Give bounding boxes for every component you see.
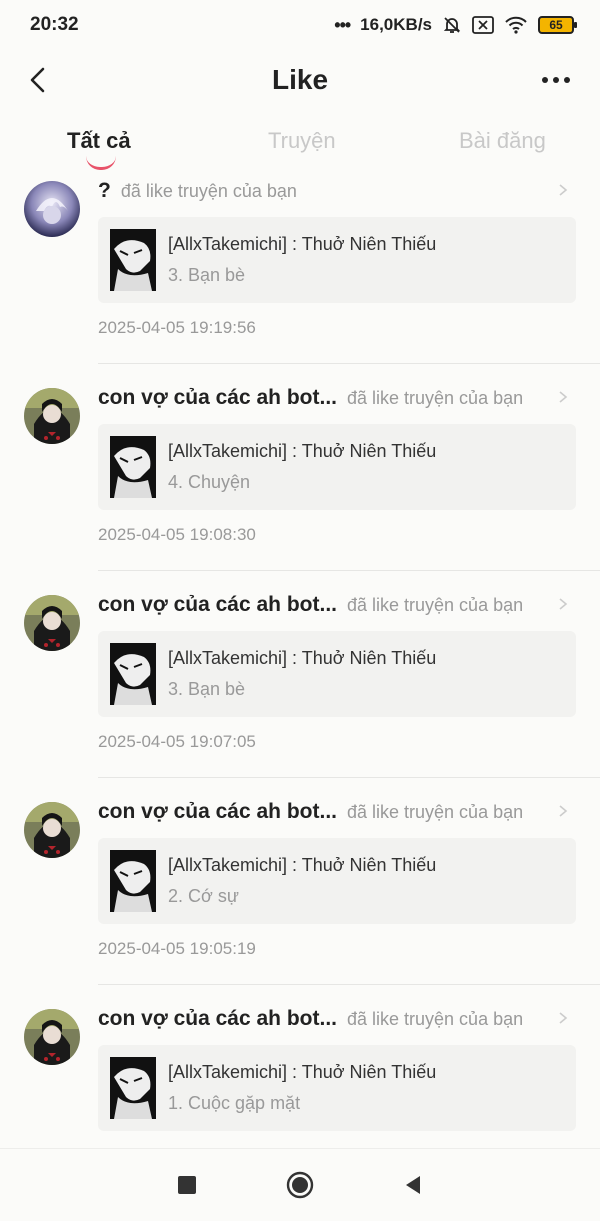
list-item[interactable]: ? đã like truyện của bạn [AllxTakemichi]… (0, 176, 600, 383)
divider (98, 777, 600, 778)
item-header: con vợ của các ah bot... đã like truyện … (98, 590, 570, 620)
list-item[interactable]: con vợ của các ah bot... đã like truyện … (0, 797, 600, 1004)
chevron-right-icon (559, 598, 568, 610)
avatar[interactable] (24, 1009, 80, 1065)
back-triangle-icon (406, 1176, 421, 1194)
network-speed: 16,0KB/s (360, 15, 432, 34)
story-cover (110, 229, 156, 291)
story-title: [AllxTakemichi] : Thuở Niên Thiếu (168, 234, 437, 254)
user-name[interactable]: con vợ của các ah bot... (98, 593, 337, 617)
battery-icon: 65 (538, 16, 577, 34)
mute-bell-icon (442, 15, 462, 35)
like-notification-list: ? đã like truyện của bạn [AllxTakemichi]… (0, 176, 600, 1211)
timestamp: 2025-04-05 19:19:56 (98, 318, 256, 337)
system-nav-bar (0, 1148, 600, 1221)
item-header: con vợ của các ah bot... đã like truyện … (98, 1004, 570, 1034)
story-card[interactable]: [AllxTakemichi] : Thuở Niên Thiếu 4. Chu… (98, 424, 576, 510)
signal-dots-icon: ••• (334, 14, 351, 35)
action-text: đã like truyện của bạn (347, 594, 524, 615)
action-text: đã like truyện của bạn (347, 801, 524, 822)
status-bar: 20:32 ••• 16,0KB/s 65 (0, 0, 600, 50)
story-card[interactable]: [AllxTakemichi] : Thuở Niên Thiếu 2. Cớ … (98, 838, 576, 924)
avatar[interactable] (24, 388, 80, 444)
home-circle-icon (286, 1171, 314, 1199)
divider (98, 570, 600, 571)
sim-x-icon (472, 16, 494, 34)
recent-apps-square-icon (177, 1176, 196, 1194)
wifi-icon (504, 16, 528, 34)
action-text: đã like truyện của bạn (347, 387, 524, 408)
item-header: ? đã like truyện của bạn (98, 176, 570, 206)
home-button[interactable] (280, 1165, 320, 1205)
chevron-right-icon (559, 805, 568, 817)
more-options-button[interactable] (536, 64, 576, 96)
story-title: [AllxTakemichi] : Thuở Niên Thiếu (168, 855, 437, 875)
timestamp: 2025-04-05 19:08:30 (98, 525, 256, 544)
chapter-title: 3. Bạn bè (168, 265, 246, 285)
chevron-right-icon (559, 184, 568, 196)
action-text: đã like truyện của bạn (120, 180, 297, 201)
story-cover (110, 1057, 156, 1119)
header: Like (0, 52, 600, 108)
chapter-title: 1. Cuộc gặp mặt (168, 1093, 301, 1113)
story-card[interactable]: [AllxTakemichi] : Thuở Niên Thiếu 1. Cuộ… (98, 1045, 576, 1131)
more-dots-icon (542, 77, 548, 83)
tab-stories[interactable]: Truyện (268, 128, 336, 154)
story-title: [AllxTakemichi] : Thuở Niên Thiếu (168, 1062, 437, 1082)
divider (98, 984, 600, 985)
story-title: [AllxTakemichi] : Thuở Niên Thiếu (168, 648, 437, 668)
action-text: đã like truyện của bạn (347, 1008, 524, 1029)
tab-all[interactable]: Tất cả (67, 128, 131, 154)
story-title: [AllxTakemichi] : Thuở Niên Thiếu (168, 441, 437, 461)
user-name[interactable]: con vợ của các ah bot... (98, 800, 337, 824)
list-item[interactable]: con vợ của các ah bot... đã like truyện … (0, 590, 600, 797)
recent-apps-button[interactable] (167, 1165, 207, 1205)
status-time: 20:32 (30, 14, 79, 35)
avatar[interactable] (24, 181, 80, 237)
story-card[interactable]: [AllxTakemichi] : Thuở Niên Thiếu 3. Bạn… (98, 631, 576, 717)
story-cover (110, 850, 156, 912)
user-name[interactable]: con vợ của các ah bot... (98, 1007, 337, 1031)
system-back-button[interactable] (393, 1165, 433, 1205)
user-name[interactable]: ? (98, 179, 111, 203)
tab-posts[interactable]: Bài đăng (459, 128, 546, 154)
timestamp: 2025-04-05 19:07:05 (98, 732, 256, 751)
item-header: con vợ của các ah bot... đã like truyện … (98, 383, 570, 413)
chapter-title: 2. Cớ sự (168, 886, 239, 906)
story-card[interactable]: [AllxTakemichi] : Thuở Niên Thiếu 3. Bạn… (98, 217, 576, 303)
item-header: con vợ của các ah bot... đã like truyện … (98, 797, 570, 827)
avatar[interactable] (24, 595, 80, 651)
status-icons: ••• 16,0KB/s 65 (334, 14, 577, 36)
chapter-title: 3. Bạn bè (168, 679, 246, 699)
chevron-right-icon (559, 1012, 568, 1024)
user-name[interactable]: con vợ của các ah bot... (98, 386, 337, 410)
chevron-right-icon (559, 391, 568, 403)
chapter-title: 4. Chuyện (168, 472, 251, 492)
battery-level: 65 (549, 18, 563, 32)
timestamp: 2025-04-05 19:05:19 (98, 939, 256, 958)
story-cover (110, 436, 156, 498)
avatar[interactable] (24, 802, 80, 858)
page-title: Like (271, 64, 329, 95)
list-item[interactable]: con vợ của các ah bot... đã like truyện … (0, 383, 600, 590)
divider (98, 363, 600, 364)
story-cover (110, 643, 156, 705)
